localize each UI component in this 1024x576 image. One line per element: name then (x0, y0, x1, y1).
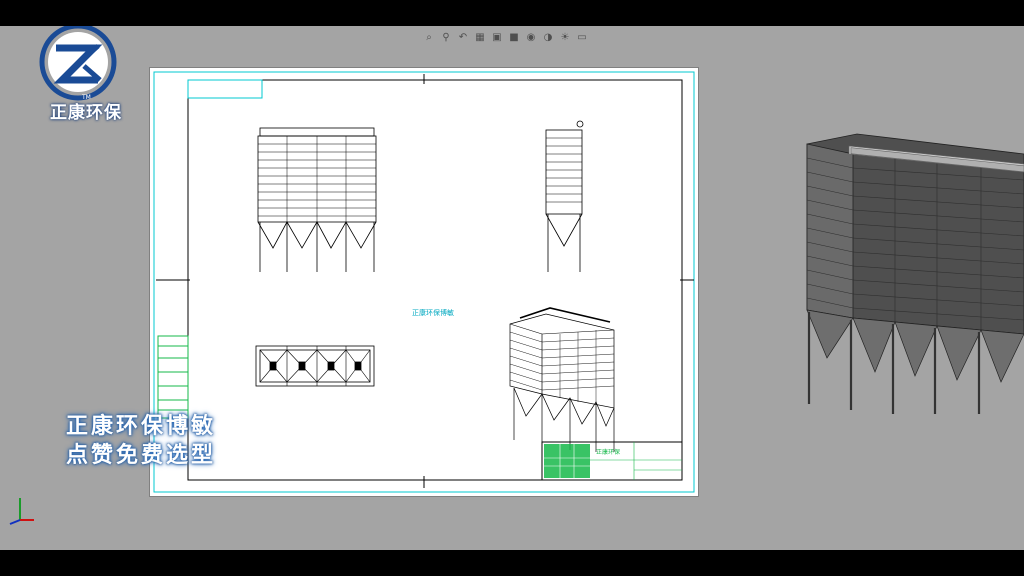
drawing-center-label: 正康环保博敏 (412, 309, 454, 317)
prev-view-icon[interactable]: ↶ (456, 30, 470, 44)
brand-logo: TM 正康环保 (38, 26, 128, 132)
section-icon[interactable]: ▦ (473, 30, 487, 44)
heads-up-view-toolbar: ⌕ ⚲ ↶ ▦ ▣ ■ ◉ ◑ ☀ ▭ (422, 28, 589, 46)
caption-line-2: 点赞免费选型 (66, 443, 217, 468)
caption-overlay: 正康环保博敏 点赞免费选型 (66, 412, 216, 470)
hide-show-icon[interactable]: ◉ (524, 30, 538, 44)
axis-triad-icon (9, 498, 34, 525)
caption-line-1: 正康环保博敏 (66, 414, 217, 439)
dust-collector-3d-model[interactable] (797, 114, 1024, 414)
drawing-sheet[interactable]: 正康环保博敏 正康环保 (149, 67, 699, 497)
logo-brand-name: 正康环保 (50, 103, 122, 123)
front-view (257, 127, 377, 272)
view-orientation-icon[interactable]: ▣ (490, 30, 504, 44)
side-view (545, 120, 584, 272)
scene-icon[interactable]: ☀ (558, 30, 572, 44)
edit-appearance-icon[interactable]: ◑ (541, 30, 555, 44)
graphics-viewport[interactable]: ⌕ ⚲ ↶ ▦ ▣ ■ ◉ ◑ ☀ ▭ TM 正康环保 正康环保博敏 正康环保 … (0, 26, 1024, 550)
zoom-fit-icon[interactable]: ⌕ (422, 30, 436, 44)
isometric-view (509, 307, 615, 452)
title-block-name: 正康环保 (596, 449, 621, 456)
top-view (255, 345, 375, 387)
zoom-area-icon[interactable]: ⚲ (439, 30, 453, 44)
view-settings-icon[interactable]: ▭ (575, 30, 589, 44)
logo-emblem-icon (39, 26, 117, 101)
display-style-icon[interactable]: ■ (507, 30, 521, 44)
